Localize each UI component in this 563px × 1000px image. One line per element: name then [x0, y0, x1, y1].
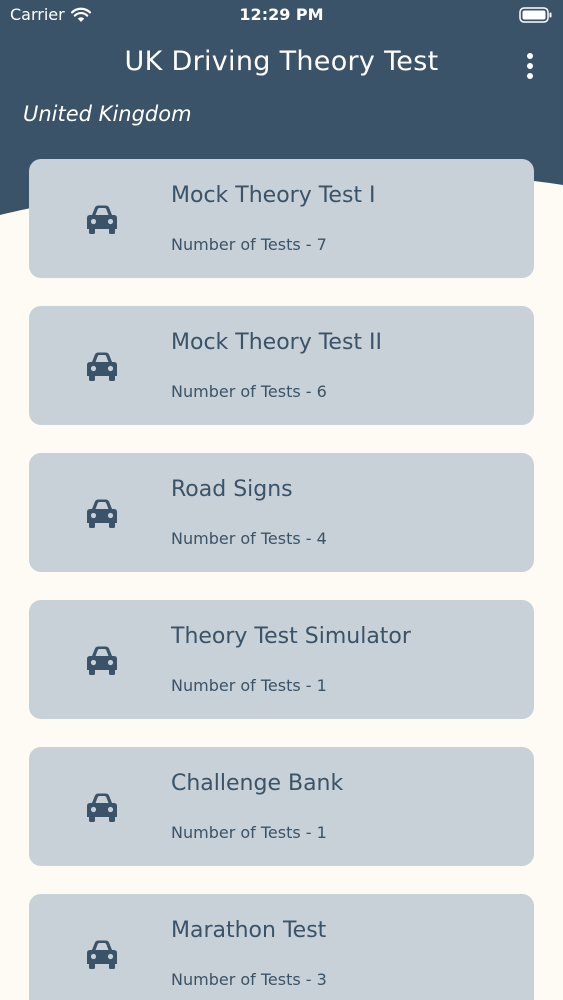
car-icon [87, 793, 117, 822]
status-time: 12:29 PM [239, 5, 324, 24]
car-icon [87, 646, 117, 675]
category-card-mock-theory-test-ii[interactable]: Mock Theory Test II Number of Tests - 6 [29, 306, 534, 425]
battery-icon [519, 6, 553, 28]
category-test-count: Number of Tests - 1 [171, 823, 327, 842]
category-test-count: Number of Tests - 7 [171, 235, 327, 254]
category-card-theory-test-simulator[interactable]: Theory Test Simulator Number of Tests - … [29, 600, 534, 719]
more-vertical-icon [527, 53, 533, 59]
car-icon [87, 352, 117, 381]
app-title: UK Driving Theory Test [124, 46, 439, 77]
more-options-button[interactable] [516, 50, 544, 82]
category-test-count: Number of Tests - 3 [171, 970, 327, 989]
category-card-challenge-bank[interactable]: Challenge Bank Number of Tests - 1 [29, 747, 534, 866]
category-test-count: Number of Tests - 4 [171, 529, 327, 548]
category-card-road-signs[interactable]: Road Signs Number of Tests - 4 [29, 453, 534, 572]
test-category-list: Mock Theory Test I Number of Tests - 7 M… [29, 159, 534, 1000]
category-title: Challenge Bank [171, 771, 344, 796]
car-icon [87, 499, 117, 528]
category-card-mock-theory-test-i[interactable]: Mock Theory Test I Number of Tests - 7 [29, 159, 534, 278]
more-vertical-icon-dot [527, 63, 533, 69]
car-icon [87, 205, 117, 234]
category-title: Marathon Test [171, 918, 327, 943]
category-test-count: Number of Tests - 1 [171, 676, 327, 695]
category-title: Mock Theory Test II [171, 330, 382, 355]
status-bar: Carrier 12:29 PM [0, 0, 563, 30]
category-test-count: Number of Tests - 6 [171, 382, 327, 401]
category-title: Road Signs [171, 477, 293, 502]
region-label: United Kingdom [23, 102, 192, 126]
app-screen: Carrier 12:29 PM UK Driving Theory Test … [0, 0, 563, 1000]
category-card-marathon-test[interactable]: Marathon Test Number of Tests - 3 [29, 894, 534, 1000]
more-vertical-icon-dot [527, 73, 533, 79]
category-title: Mock Theory Test I [171, 183, 376, 208]
car-icon [87, 940, 117, 969]
category-title: Theory Test Simulator [171, 624, 411, 649]
